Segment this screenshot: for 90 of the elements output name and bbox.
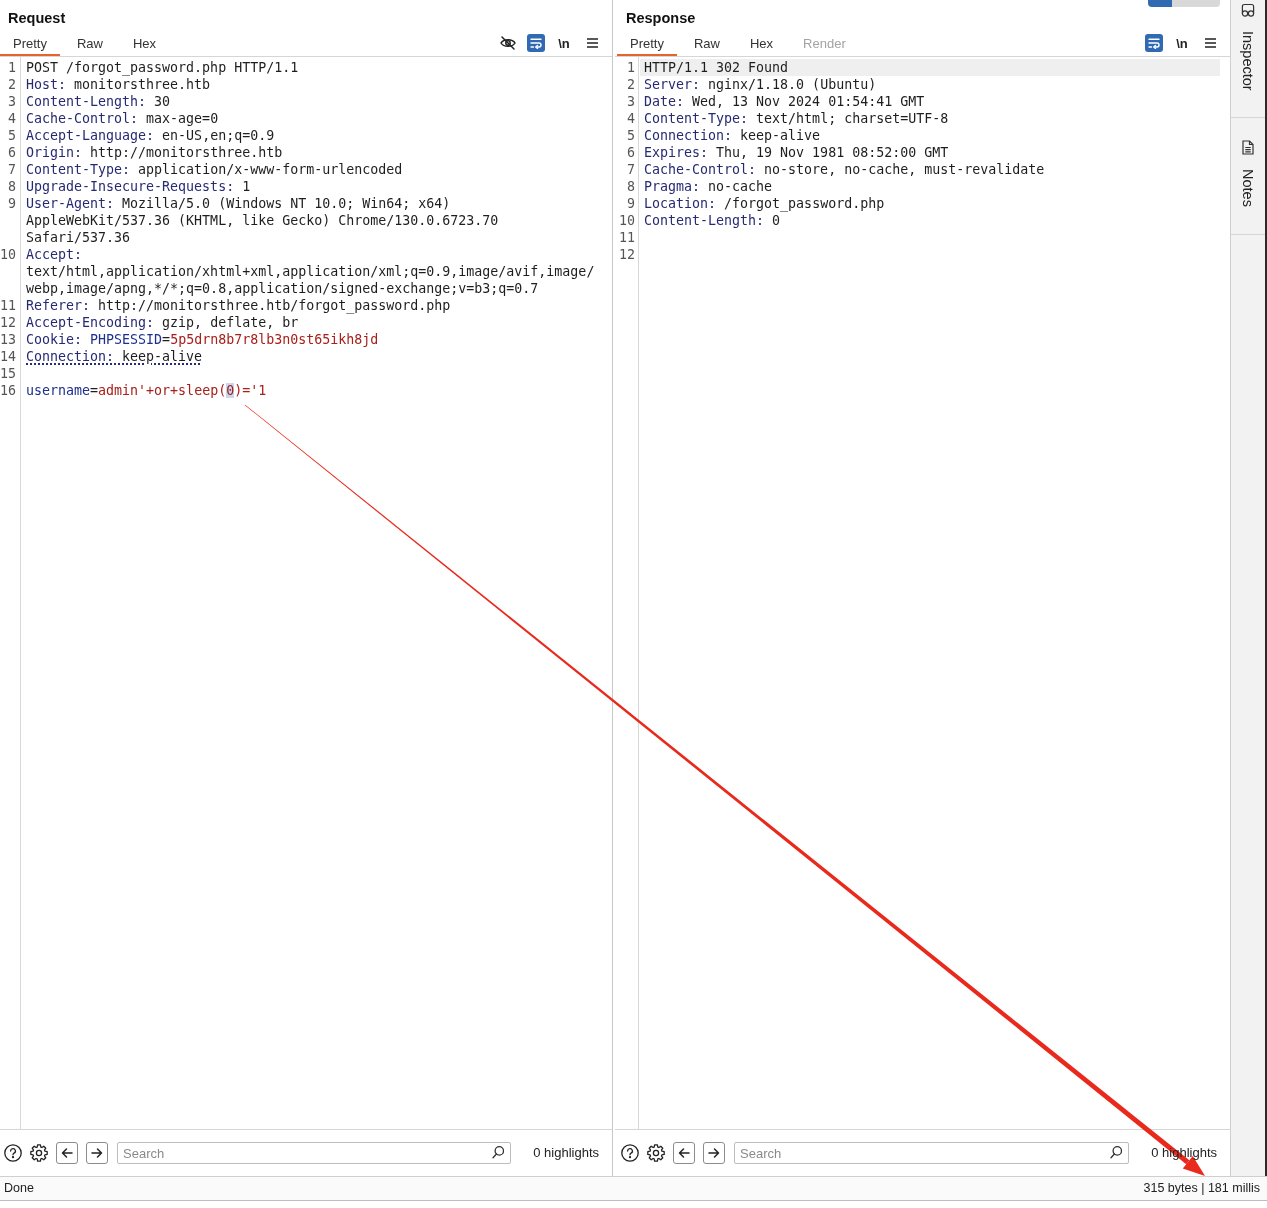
code-line: username=admin'+or+sleep(0)='1 <box>25 382 268 399</box>
settings-icon[interactable] <box>647 1144 665 1162</box>
line-number: 4 <box>626 110 636 127</box>
forward-button[interactable] <box>86 1142 108 1164</box>
line-number: 9 <box>7 195 17 213</box>
wrap-toggle[interactable] <box>527 34 545 52</box>
status-text: Done <box>4 1180 34 1197</box>
code-line: Cookie: PHPSESSID=5p5drn8b7r8lb3n0st65ikh8jd <box>25 331 380 348</box>
visibility-toggle[interactable] <box>499 34 517 52</box>
line-number: 4 <box>7 110 17 127</box>
code-line: Connection: keep-alive <box>643 127 822 144</box>
code-line: Pragma: no-cache <box>643 178 774 195</box>
view-tab[interactable]: Hex <box>120 33 170 56</box>
wrap-icon <box>530 37 542 49</box>
sidebar-tab[interactable]: Inspector <box>1231 0 1265 118</box>
code-line: Upgrade-Insecure-Requests: 1 <box>25 178 252 195</box>
left-arrow-icon <box>678 1147 690 1159</box>
settings-icon[interactable] <box>30 1144 48 1162</box>
line-number: 3 <box>7 93 17 110</box>
sidebar-tab[interactable]: Notes <box>1231 118 1265 235</box>
code-line: Accept-Language: en-US,en;q=0.9 <box>25 127 276 144</box>
code-line: Date: Wed, 13 Nov 2024 01:54:41 GMT <box>643 93 926 110</box>
code-line: POST /forgot_password.php HTTP/1.1 <box>25 59 300 76</box>
code-line: Server: nginx/1.18.0 (Ubuntu) <box>643 76 878 93</box>
code-line: Accept-Encoding: gzip, deflate, br <box>25 314 300 331</box>
eye-slash-icon <box>500 36 516 50</box>
forward-button[interactable] <box>703 1142 725 1164</box>
code-line: Origin: http://monitorsthree.htb <box>25 144 284 161</box>
line-number: 12 <box>0 314 17 331</box>
right-arrow-icon <box>708 1147 720 1159</box>
code-line: Location: /forgot_password.php <box>643 195 886 212</box>
menu-icon <box>586 38 598 48</box>
wrap-icon <box>1148 37 1160 49</box>
code-line: Cache-Control: max-age=0 <box>25 110 220 127</box>
back-button[interactable] <box>56 1142 78 1164</box>
search-icon[interactable] <box>1110 1146 1123 1159</box>
search-icon[interactable] <box>492 1146 505 1159</box>
code-line: Content-Length: 30 <box>25 93 172 110</box>
line-number: 10 <box>0 246 17 264</box>
code-line: Content-Type: application/x-www-form-urlencoded <box>25 161 404 178</box>
panel-title: Request <box>7 9 66 27</box>
line-number: 11 <box>0 297 17 314</box>
view-tab[interactable]: Raw <box>680 33 733 56</box>
line-number: 7 <box>7 161 17 178</box>
code-line: Content-Type: text/html; charset=UTF-8 <box>643 110 950 127</box>
code-line: Host: monitorsthree.htb <box>25 76 212 93</box>
line-number: 8 <box>626 178 636 195</box>
code-line: Connection: keep-alive <box>25 348 204 365</box>
line-number: 16 <box>0 382 17 399</box>
code-line: Referer: http://monitorsthree.htb/forgot_password.php <box>25 297 452 314</box>
line-number: 6 <box>7 144 17 161</box>
line-number: 8 <box>7 178 17 195</box>
search-field[interactable]: Search <box>117 1142 512 1164</box>
line-number: 3 <box>626 93 636 110</box>
line-number: 1 <box>626 59 636 76</box>
view-tab[interactable]: Hex <box>737 33 787 56</box>
line-number: 2 <box>7 76 17 93</box>
highlight-count: 0 highlights <box>533 1144 599 1162</box>
menu-icon <box>1204 38 1216 48</box>
code-line: Cache-Control: no-store, no-cache, must-revalidate <box>643 161 1046 178</box>
line-number: 12 <box>618 246 636 263</box>
view-tab[interactable]: Raw <box>63 33 116 56</box>
newline-toggle[interactable]: \n <box>1173 34 1191 52</box>
glasses-icon <box>1241 3 1255 17</box>
line-number: 1 <box>7 59 17 76</box>
back-button[interactable] <box>673 1142 695 1164</box>
code-line: User-Agent: Mozilla/5.0 (Windows NT 10.0; Win64; x64) AppleWebKit/537.36 (KHTML, like Gecko) Chrome/130.0.6723.70 Safari/537.36 <box>25 195 500 246</box>
line-number: 2 <box>626 76 636 93</box>
search-field[interactable]: Search <box>734 1142 1130 1164</box>
line-number: 5 <box>7 127 17 144</box>
line-number: 5 <box>626 127 636 144</box>
newline-toggle[interactable]: \n <box>555 34 573 52</box>
wrap-toggle[interactable] <box>1145 34 1163 52</box>
response-stats: 315 bytes | 181 millis <box>1143 1180 1260 1197</box>
line-number: 7 <box>626 161 636 178</box>
line-number: 10 <box>618 212 636 229</box>
line-number: 11 <box>618 229 636 246</box>
help-icon[interactable] <box>621 1144 639 1162</box>
left-arrow-icon <box>61 1147 73 1159</box>
line-number: 9 <box>626 195 636 212</box>
line-number: 13 <box>0 331 17 348</box>
help-icon[interactable] <box>4 1144 22 1162</box>
right-arrow-icon <box>91 1147 103 1159</box>
document-icon <box>1242 140 1254 155</box>
panel-title: Response <box>625 9 696 27</box>
code-line: Expires: Thu, 19 Nov 1981 08:52:00 GMT <box>643 144 950 161</box>
line-number: 14 <box>0 348 17 365</box>
code-line: Content-Length: 0 <box>643 212 782 229</box>
line-number: 6 <box>626 144 636 161</box>
line-number: 15 <box>0 365 17 382</box>
